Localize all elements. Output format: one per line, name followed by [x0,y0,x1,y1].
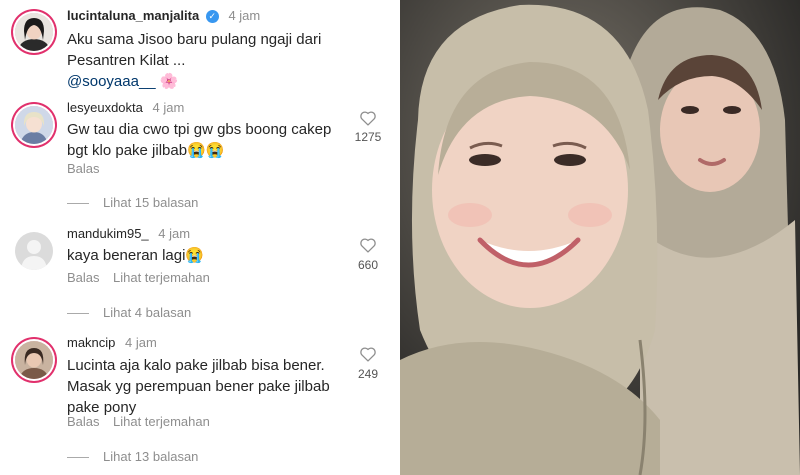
view-replies-button[interactable]: Lihat 4 balasan [67,305,191,320]
comment-username-row: mandukim95_ 4 jam [67,226,190,241]
flower-emoji: 🌸 [159,73,179,90]
caption-line: Pesantren Kilat ... [67,52,186,69]
post-author-avatar[interactable] [15,13,53,51]
comment-time: 4 jam [152,100,185,115]
heart-outline-icon[interactable] [359,346,377,362]
divider-line [67,203,89,205]
comment-time: 4 jam [158,226,191,241]
post-photo [400,0,800,475]
like-count: 660 [357,258,379,272]
view-replies-button[interactable]: Lihat 15 balasan [67,195,198,210]
comments-panel: lucintaluna_manjalita ✓ 4 jam Aku sama J… [0,0,400,475]
divider-line [67,313,89,315]
divider-line [67,457,89,459]
translate-button[interactable]: Lihat terjemahan [113,270,210,285]
like-count: 1275 [354,130,382,144]
view-replies-label[interactable]: Lihat 4 balasan [103,305,191,320]
comment-avatar[interactable] [15,341,53,379]
comment-line: Lucinta aja kalo pake jilbab bisa bener. [67,357,325,374]
mention-link[interactable]: @sooyaaa__ [67,73,156,90]
heart-outline-icon[interactable] [359,110,377,126]
verified-badge-icon: ✓ [205,10,219,24]
caption-mention-line: @sooyaaa__ 🌸 [67,71,321,92]
translate-button[interactable]: Lihat terjemahan [113,414,210,429]
comment-time: 4 jam [125,335,157,350]
comment-line: bgt klo pake jilbab😭😭 [67,142,225,159]
reply-button[interactable]: Balas [67,414,100,429]
post-author-username[interactable]: lucintaluna_manjalita ✓ 4 jam [67,8,261,24]
comment-line: Masak yg perempuan bener pake jilbab [67,378,330,395]
post-caption: Aku sama Jisoo baru pulang ngaji dari Pe… [67,29,321,92]
caption-line: Aku sama Jisoo baru pulang ngaji dari [67,31,322,48]
heart-outline-icon[interactable] [359,237,377,253]
comment-avatar[interactable] [15,106,53,144]
view-replies-label[interactable]: Lihat 13 balasan [103,449,198,464]
post-author-name[interactable]: lucintaluna_manjalita [67,8,199,23]
post-time: 4 jam [228,8,261,23]
comment-text: Lucinta aja kalo pake jilbab bisa bener.… [67,355,330,418]
comment-username[interactable]: mandukim95_ [67,226,149,241]
comment-username[interactable]: makncip [67,335,115,350]
comment-line: kaya beneran lagi😭 [67,247,205,264]
comment-username[interactable]: lesyeuxdokta [67,100,143,115]
comment-text: kaya beneran lagi😭 [67,245,204,266]
comment-line: Gw tau dia cwo tpi gw gbs boong cakep [67,121,332,138]
view-replies-button[interactable]: Lihat 13 balasan [67,449,198,464]
reply-button[interactable]: Balas [67,270,100,285]
view-replies-label[interactable]: Lihat 15 balasan [103,195,198,210]
comment-avatar[interactable] [15,232,53,270]
like-count: 249 [357,367,379,381]
reply-button[interactable]: Balas [67,161,100,176]
comment-username-row: makncip 4 jam [67,335,157,350]
photo-illustration [400,0,800,475]
comment-text: Gw tau dia cwo tpi gw gbs boong cakep bg… [67,119,331,161]
comment-username-row: lesyeuxdokta 4 jam [67,100,184,115]
